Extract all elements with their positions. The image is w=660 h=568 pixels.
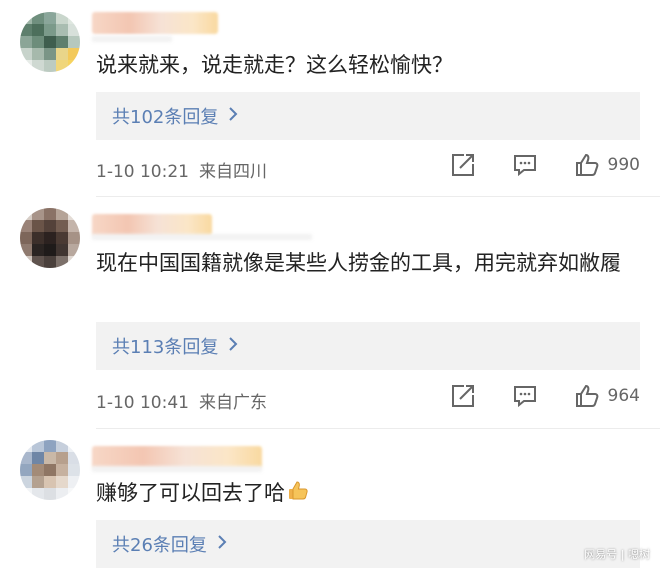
reply-button[interactable]	[512, 383, 538, 409]
comment-time: 1-10 10:41	[96, 393, 189, 413]
like-count: 964	[607, 386, 640, 406]
replies-label: 共102条回复	[112, 107, 219, 128]
username-shadow	[92, 466, 262, 472]
replies-label: 共113条回复	[112, 337, 219, 358]
share-icon	[451, 385, 474, 407]
thumbs-up-emoji	[287, 477, 309, 511]
comment-actions: 964	[414, 383, 640, 409]
comment-meta: 1-10 10:21 来自四川	[96, 157, 267, 182]
replies-label: 共26条回复	[112, 535, 207, 556]
view-replies-button[interactable]: 共102条回复	[96, 92, 640, 140]
reply-button[interactable]	[512, 152, 538, 178]
avatar[interactable]	[20, 12, 80, 72]
comment-location: 来自广东	[198, 393, 267, 413]
avatar[interactable]	[20, 208, 80, 268]
thumbs-up-icon	[575, 153, 598, 176]
thumbs-up-icon	[575, 384, 598, 407]
like-count: 990	[607, 155, 640, 175]
like-button[interactable]: 990	[574, 152, 640, 178]
comment-time: 1-10 10:21	[96, 162, 189, 182]
share-button[interactable]	[450, 383, 476, 409]
username[interactable]	[92, 214, 212, 236]
share-button[interactable]	[450, 152, 476, 178]
username-shadow	[92, 36, 172, 42]
chevron-right-icon	[217, 534, 227, 555]
chevron-right-icon	[228, 336, 238, 357]
like-button[interactable]: 964	[574, 383, 640, 409]
divider	[96, 428, 660, 429]
comment-text-body: 赚够了可以回去了哈	[96, 481, 285, 505]
comment-location: 来自四川	[198, 162, 267, 182]
divider	[96, 196, 660, 197]
comment-text: 说来就来，说走就走？这么轻松愉快？	[96, 53, 453, 77]
watermark: 网易号 | 嗯树	[584, 548, 650, 561]
username[interactable]	[92, 12, 218, 34]
comment-meta: 1-10 10:41 来自广东	[96, 388, 267, 413]
username[interactable]	[92, 446, 262, 468]
avatar[interactable]	[20, 440, 80, 500]
comment-icon	[513, 386, 536, 408]
view-replies-button[interactable]: 共113条回复	[96, 322, 640, 370]
comment-actions: 990	[414, 152, 640, 178]
comment-text: 现在中国国籍就像是某些人捞金的工具，用完就弃如敝履	[96, 251, 621, 275]
username-shadow	[92, 234, 312, 240]
comment-icon	[513, 155, 536, 177]
view-replies-button[interactable]: 共26条回复	[96, 520, 640, 568]
comment-text: 赚够了可以回去了哈	[96, 476, 630, 511]
share-icon	[451, 154, 474, 176]
chevron-right-icon	[228, 106, 238, 127]
